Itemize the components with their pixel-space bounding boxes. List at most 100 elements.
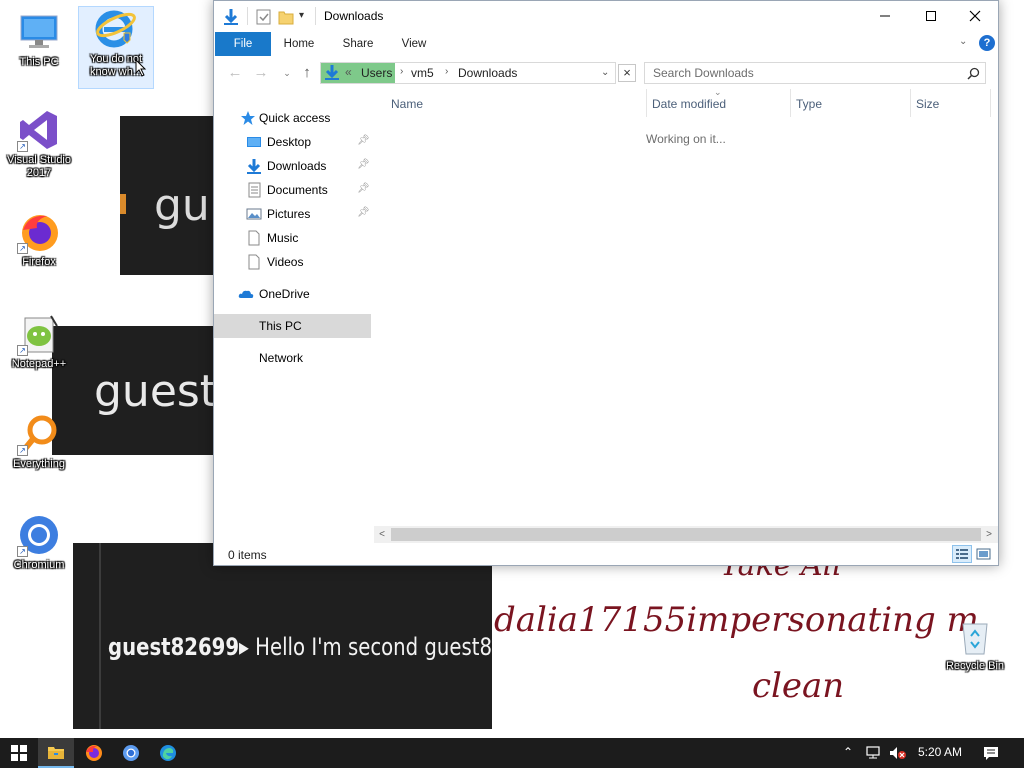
crumb-users[interactable]: Users: [361, 66, 392, 80]
chromium-icon: ↗: [17, 513, 61, 557]
up-arrow-icon[interactable]: ↑: [298, 64, 316, 82]
nav-label: Network: [259, 351, 304, 365]
nav-label: Pictures: [267, 207, 311, 221]
nav-item-music[interactable]: Music: [214, 226, 371, 250]
nav-item-network[interactable]: Network: [214, 346, 371, 370]
taskbar-chromium[interactable]: [113, 738, 149, 768]
scroll-left-arrow-icon[interactable]: <: [374, 527, 390, 543]
tab-view[interactable]: View: [392, 32, 436, 56]
tab-file[interactable]: File: [215, 32, 271, 56]
address-bar[interactable]: « Users › vm5 › Downloads ⌄: [320, 62, 616, 84]
desktop-icon-recycle-bin[interactable]: Recycle Bin: [937, 614, 1013, 673]
help-icon[interactable]: ?: [979, 35, 995, 51]
desktop-icon-firefox[interactable]: ↗ Firefox: [1, 210, 77, 269]
crumb-vm5[interactable]: vm5: [411, 66, 434, 80]
desktop-icon-everything[interactable]: ↗ Everything: [1, 412, 77, 471]
taskbar-firefox[interactable]: [76, 738, 112, 768]
back-arrow-icon[interactable]: ←: [226, 64, 244, 82]
details-view-button[interactable]: [952, 545, 972, 563]
large-icons-view-button[interactable]: [974, 545, 994, 563]
desktop-icon-notepadpp[interactable]: ↗ Notepad++: [1, 312, 77, 371]
nav-item-onedrive[interactable]: OneDrive: [214, 282, 371, 306]
column-header-name[interactable]: Name: [391, 97, 423, 111]
scrollbar-thumb[interactable]: [391, 528, 981, 541]
start-icon: [11, 745, 27, 761]
nav-item-downloads[interactable]: Downloads 📌︎: [214, 154, 371, 178]
column-divider[interactable]: [646, 89, 647, 117]
taskbar-edge[interactable]: [150, 738, 186, 768]
tab-home[interactable]: Home: [276, 32, 322, 56]
network-icon[interactable]: [865, 746, 883, 760]
pin-icon[interactable]: 📌︎: [357, 159, 370, 170]
background-red-text-3: clean: [752, 666, 845, 706]
shortcut-arrow-icon: ↗: [17, 546, 28, 557]
desktop-folder-icon: [247, 137, 261, 147]
show-hidden-icons-chevron-icon[interactable]: ⌃: [843, 745, 853, 759]
desktop-icon-shortcut-ie[interactable]: You do not know wh...: [78, 6, 154, 89]
column-header-size[interactable]: Size: [916, 97, 939, 111]
close-button[interactable]: [952, 1, 998, 31]
nav-item-videos[interactable]: Videos: [214, 250, 371, 274]
chat-username: guest82699: [108, 633, 240, 661]
nav-label: Downloads: [267, 159, 327, 173]
maximize-button[interactable]: [908, 1, 954, 31]
recent-locations-chevron-icon[interactable]: ⌄: [278, 64, 296, 82]
crumb-separator-icon[interactable]: ›: [445, 66, 448, 77]
taskbar-clock[interactable]: 5:20 AM: [918, 745, 962, 759]
chat-arrow: ▸: [239, 633, 249, 661]
background-red-text-2: dalia17155impersonating m: [494, 600, 979, 640]
monitor-icon: [17, 10, 61, 54]
downloads-location-icon: [324, 64, 340, 85]
nav-item-this-pc[interactable]: This PC: [214, 314, 371, 338]
pin-icon[interactable]: 📌︎: [357, 207, 370, 218]
nav-item-pictures[interactable]: Pictures 📌︎: [214, 202, 371, 226]
shortcut-arrow-icon: ↗: [17, 445, 28, 456]
crumb-downloads[interactable]: Downloads: [458, 66, 517, 80]
tab-share[interactable]: Share: [336, 32, 380, 56]
start-button[interactable]: [0, 738, 38, 768]
file-explorer-icon: [48, 747, 64, 759]
pin-icon[interactable]: 📌︎: [357, 183, 370, 194]
column-header-date-modified[interactable]: Date modified: [652, 97, 726, 111]
address-overflow-icon[interactable]: «: [345, 65, 352, 79]
ribbon-tabs: File Home Share View ⌄ ?: [214, 32, 998, 56]
file-explorer-window[interactable]: ▾ Downloads File Home Share View ⌄ ? ← →…: [213, 0, 999, 566]
minimize-button[interactable]: [862, 1, 908, 31]
title-bar[interactable]: ▾ Downloads: [214, 1, 998, 32]
item-count: 0 items: [228, 548, 267, 562]
background-image-2: guest8: [52, 326, 222, 455]
expand-ribbon-chevron-icon[interactable]: ⌄: [959, 36, 967, 47]
taskbar-file-explorer[interactable]: [38, 738, 74, 768]
customize-qat-chevron-icon[interactable]: ▾: [299, 10, 304, 28]
properties-check-icon[interactable]: [256, 8, 272, 26]
desktop-icon-chromium[interactable]: ↗ Chromium: [1, 513, 77, 572]
new-folder-icon[interactable]: [278, 8, 294, 26]
column-divider[interactable]: [990, 89, 991, 117]
search-icon[interactable]: [967, 67, 980, 80]
horizontal-scrollbar[interactable]: < >: [374, 526, 998, 543]
column-divider[interactable]: [790, 89, 791, 117]
forward-arrow-icon[interactable]: →: [252, 64, 270, 82]
column-divider[interactable]: [910, 89, 911, 117]
desktop-icon-visual-studio[interactable]: ↗ Visual Studio 2017: [1, 108, 77, 180]
pin-icon[interactable]: 📌︎: [357, 135, 370, 146]
chat-line: guest82699▸ Hello I'm second guest82699: [108, 633, 492, 661]
nav-item-desktop[interactable]: Desktop 📌︎: [214, 130, 371, 154]
large-icons-view-icon: [976, 548, 991, 560]
nav-item-quick-access[interactable]: Quick access: [214, 106, 371, 130]
nav-item-documents[interactable]: Documents 📌︎: [214, 178, 371, 202]
search-input[interactable]: [653, 66, 953, 80]
column-header-type[interactable]: Type: [796, 97, 822, 111]
stop-loading-close-icon[interactable]: ×: [618, 64, 636, 82]
search-box[interactable]: [644, 62, 986, 84]
shortcut-arrow-icon: ↗: [17, 243, 28, 254]
action-center-icon[interactable]: [983, 746, 999, 761]
desktop-icon-label: Chromium: [13, 559, 65, 571]
downloads-folder-icon: [222, 8, 240, 26]
crumb-separator-icon[interactable]: ›: [400, 66, 403, 77]
volume-muted-icon[interactable]: [889, 746, 907, 760]
desktop-icon-this-pc[interactable]: This PC: [1, 10, 77, 69]
address-dropdown-chevron-icon[interactable]: ⌄: [601, 67, 609, 78]
scroll-right-arrow-icon[interactable]: >: [981, 527, 997, 543]
background-image-1: gu: [120, 116, 220, 275]
